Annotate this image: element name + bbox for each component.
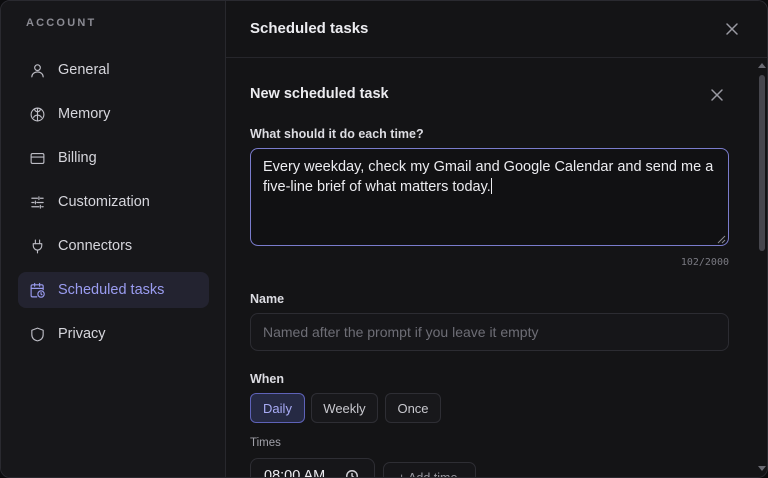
sidebar-item-label: Customization bbox=[58, 194, 150, 210]
close-icon bbox=[711, 89, 723, 101]
credit-card-icon bbox=[29, 150, 46, 167]
scroll-up-arrow-icon[interactable] bbox=[758, 63, 766, 68]
page-title: Scheduled tasks bbox=[250, 20, 369, 37]
time-input[interactable]: 08:00 AM bbox=[250, 458, 375, 478]
character-counter: 102/2000 bbox=[680, 257, 729, 268]
form-title: New scheduled task bbox=[250, 86, 389, 102]
close-icon bbox=[726, 23, 738, 35]
sidebar-item-label: Memory bbox=[58, 106, 111, 122]
sidebar: ACCOUNT General Memory Billing Customiza… bbox=[1, 1, 226, 477]
sidebar-item-general[interactable]: General bbox=[18, 52, 209, 88]
form-content: New scheduled task What should it do eac… bbox=[226, 58, 756, 478]
time-value: 08:00 AM bbox=[264, 468, 326, 478]
when-option-weekly[interactable]: Weekly bbox=[311, 393, 378, 423]
scroll-down-arrow-icon[interactable] bbox=[758, 466, 766, 471]
sliders-icon bbox=[29, 194, 46, 211]
calendar-clock-icon bbox=[29, 282, 46, 299]
scrollbar-thumb[interactable] bbox=[759, 75, 765, 251]
plug-icon bbox=[29, 238, 46, 255]
sidebar-item-label: Scheduled tasks bbox=[58, 282, 165, 298]
clock-icon[interactable] bbox=[345, 469, 359, 477]
when-option-daily[interactable]: Daily bbox=[250, 393, 305, 423]
prompt-text: Every weekday, check my Gmail and Google… bbox=[263, 159, 714, 195]
resize-grip-icon[interactable] bbox=[716, 234, 726, 244]
prompt-label: What should it do each time? bbox=[250, 127, 424, 141]
close-form-button[interactable] bbox=[709, 87, 725, 103]
scrollbar[interactable] bbox=[756, 58, 767, 477]
main-panel: Scheduled tasks New scheduled task What … bbox=[226, 1, 767, 478]
shield-icon bbox=[29, 326, 46, 343]
sidebar-item-memory[interactable]: Memory bbox=[18, 96, 209, 132]
add-time-button[interactable]: + Add time bbox=[383, 462, 476, 477]
settings-window: ACCOUNT General Memory Billing Customiza… bbox=[0, 0, 768, 478]
user-icon bbox=[29, 62, 46, 79]
text-caret bbox=[490, 178, 492, 194]
sidebar-item-billing[interactable]: Billing bbox=[18, 140, 209, 176]
name-input[interactable] bbox=[250, 313, 729, 351]
sidebar-item-scheduled-tasks[interactable]: Scheduled tasks bbox=[18, 272, 209, 308]
name-label: Name bbox=[250, 292, 285, 306]
brain-icon bbox=[29, 106, 46, 123]
when-option-once[interactable]: Once bbox=[385, 393, 441, 423]
sidebar-item-label: Privacy bbox=[58, 326, 106, 342]
sidebar-item-label: Billing bbox=[58, 150, 97, 166]
when-label: When bbox=[250, 372, 285, 386]
sidebar-item-privacy[interactable]: Privacy bbox=[18, 316, 209, 352]
sidebar-item-label: Connectors bbox=[58, 238, 133, 254]
sidebar-item-connectors[interactable]: Connectors bbox=[18, 228, 209, 264]
prompt-textarea[interactable]: Every weekday, check my Gmail and Google… bbox=[250, 148, 729, 246]
sidebar-item-customization[interactable]: Customization bbox=[18, 184, 209, 220]
sidebar-section-label: ACCOUNT bbox=[26, 17, 97, 29]
sidebar-item-label: General bbox=[58, 62, 110, 78]
times-label: Times bbox=[250, 437, 281, 449]
sidebar-nav: General Memory Billing Customization Con… bbox=[18, 52, 209, 360]
close-panel-button[interactable] bbox=[724, 21, 740, 37]
panel-header: Scheduled tasks bbox=[226, 1, 767, 58]
